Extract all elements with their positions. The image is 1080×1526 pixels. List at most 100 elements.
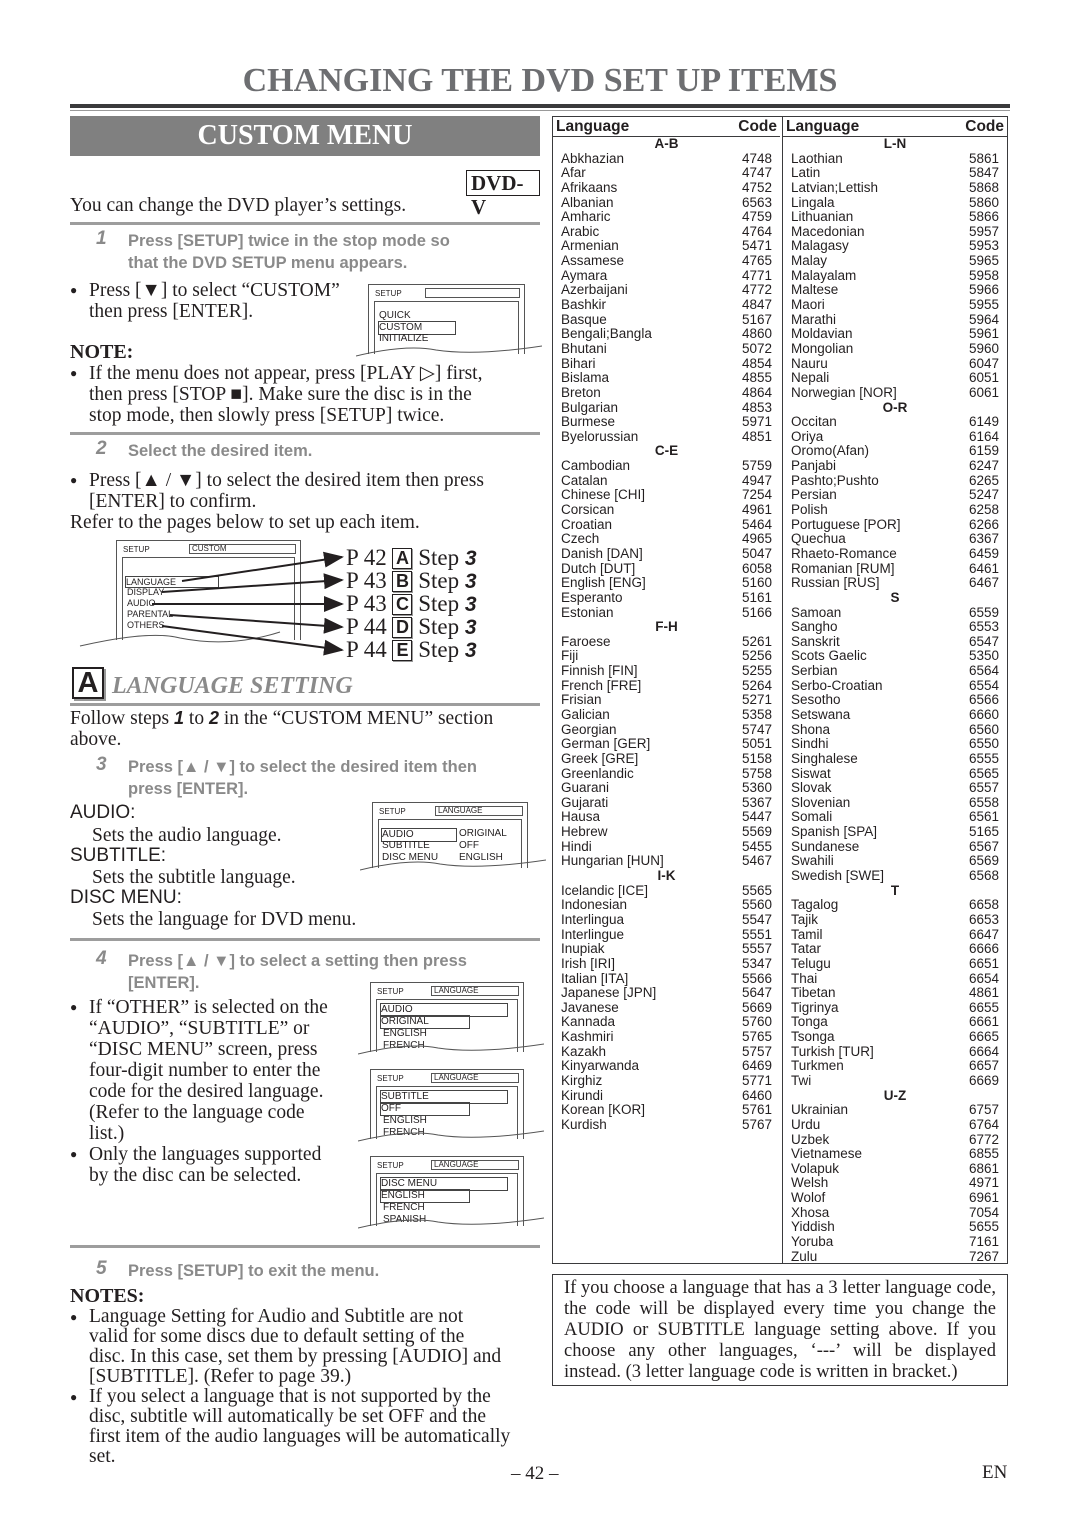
ref-language-a: P 42 A Step 3 [346, 545, 477, 570]
table-row: Indonesian 5560 [553, 898, 780, 913]
language-name: Russian [RUS] [791, 575, 880, 591]
table-row: Albanian 6563 [553, 194, 780, 211]
bullet-icon: ● [70, 1000, 78, 1014]
language-code: 5569 [741, 824, 772, 840]
language-code: 5966 [968, 282, 999, 298]
language-code: 5747 [741, 721, 772, 737]
language-name: Mongolian [791, 340, 854, 356]
language-name: Estonian [561, 604, 614, 620]
language-code: 5771 [741, 1073, 772, 1088]
table-row: Danish [DAN] 5047 [553, 546, 780, 562]
language-setting-title: LANGUAGE SETTING [112, 673, 353, 699]
language-code: 4947 [741, 472, 772, 488]
language-name: Sanskrit [791, 633, 840, 649]
language-name: Catalan [561, 472, 608, 488]
language-code: 5347 [741, 955, 772, 971]
language-code: 5964 [968, 311, 999, 327]
table-row: Somali 6561 [783, 810, 1007, 825]
language-code: 6855 [968, 1146, 999, 1162]
table-row: Sindhi 6550 [783, 737, 1007, 752]
language-code: 5367 [741, 794, 772, 810]
language-name: Quechua [791, 531, 846, 547]
language-code: 5566 [741, 970, 772, 986]
language-name: Kirundi [561, 1087, 604, 1103]
language-code: 7161 [968, 1234, 999, 1250]
language-name: Finnish [FIN] [561, 663, 638, 679]
table-row: Kannada 5760 [553, 1015, 780, 1030]
step-2-bullet: ● Press [▲ / ▼] to select the desired it… [70, 470, 484, 512]
language-code: 5847 [968, 165, 999, 181]
table-row: Thai 6654 [783, 971, 1007, 987]
osd-title-box: LANGUAGE [435, 806, 523, 816]
language-name: Wolof [791, 1190, 826, 1206]
language-name: Assamese [561, 253, 625, 269]
table-row: Polish 6258 [783, 502, 1007, 518]
language-code: 4759 [741, 209, 772, 225]
language-name: Turkmen [791, 1058, 844, 1074]
step-2: 2 [96, 438, 107, 460]
table-row: Mongolian 5960 [783, 340, 1007, 357]
language-name: Yiddish [791, 1219, 835, 1235]
language-code: 4965 [741, 531, 772, 547]
table-row: Azerbaijani 4772 [553, 283, 780, 298]
custom-menu-banner: CUSTOM MENU [70, 116, 540, 156]
table-row: Tatar 6666 [783, 942, 1007, 957]
table-row: Inupiak 5557 [553, 942, 780, 957]
language-code: 5758 [741, 765, 772, 781]
table-row: Finnish [FIN] 5255 [553, 663, 780, 679]
osd-value-off: OFF [459, 840, 479, 851]
table-row: Sanskrit 6547 [783, 633, 1007, 650]
language-code: 5860 [968, 194, 999, 210]
table-row: Samoan 6559 [783, 605, 1007, 621]
ref-audio-c: P 43 C Step 3 [346, 591, 477, 616]
language-code: 5971 [741, 414, 772, 430]
language-code: 6563 [741, 194, 772, 210]
language-code: 6553 [968, 619, 999, 635]
table-row: French [FRE] 5264 [553, 678, 780, 694]
table-row: Greenlandic 5758 [553, 765, 780, 782]
language-code: 6558 [968, 794, 999, 810]
table-row: Kirundi 6460 [553, 1087, 780, 1104]
table-row: Bengali;Bangla 4860 [553, 327, 780, 342]
language-code: 5471 [741, 238, 772, 254]
table-row: Czech 4965 [553, 532, 780, 547]
bullet-icon: ● [70, 1390, 78, 1404]
step-3: 3 [96, 754, 107, 776]
language-code: 6164 [968, 428, 999, 444]
bullet-icon: ● [70, 1147, 78, 1161]
table-row: Breton 4864 [553, 385, 780, 401]
language-name: Volapuk [791, 1160, 840, 1176]
table-row: Kazakh 5757 [553, 1044, 780, 1060]
follow-steps-text: Follow steps 1 to 2 in the “CUSTOM MENU”… [70, 708, 494, 750]
language-name: Zulu [791, 1248, 818, 1264]
table-row: Interlingua 5547 [553, 911, 780, 928]
table-row: Kirghiz 5771 [553, 1073, 780, 1089]
language-name: Sangho [791, 619, 838, 635]
language-name: Latin [791, 165, 821, 181]
language-name: Interlingua [561, 911, 625, 927]
language-code: 6655 [968, 999, 999, 1015]
table-row: Portuguese [POR] 6266 [783, 517, 1007, 533]
subtitle-description: Sets the subtitle language. [92, 867, 296, 888]
table-row: Afar 4747 [553, 166, 780, 181]
language-code: 6557 [968, 780, 999, 796]
table-column-left: Language Code A-B Abkhazian 4748 Afar 4747 Af… [553, 117, 780, 1263]
osd-torn-edge [358, 1043, 544, 1055]
language-name: Persian [791, 487, 837, 503]
language-name: Malayalam [791, 267, 857, 283]
language-code: 6047 [968, 355, 999, 371]
table-row: Wolof 6961 [783, 1190, 1007, 1206]
osd-torn-edge [358, 1130, 544, 1142]
osd-torn-edge [358, 1217, 544, 1229]
language-code: 7267 [968, 1248, 999, 1264]
language-name: Abkhazian [561, 150, 625, 166]
section-letter-a: A [72, 667, 104, 699]
bullet-icon: ● [70, 1310, 78, 1324]
table-row: Tigrinya 6655 [783, 999, 1007, 1016]
language-name: Italian [ITA] [561, 970, 629, 986]
language-name: Malay [791, 253, 828, 269]
table-row: Dutch [DUT] 6058 [553, 561, 780, 577]
table-row: Burmese 5971 [553, 415, 780, 430]
table-row: Georgian 5747 [553, 721, 780, 738]
osd-selected-off: OFF [380, 1102, 470, 1116]
